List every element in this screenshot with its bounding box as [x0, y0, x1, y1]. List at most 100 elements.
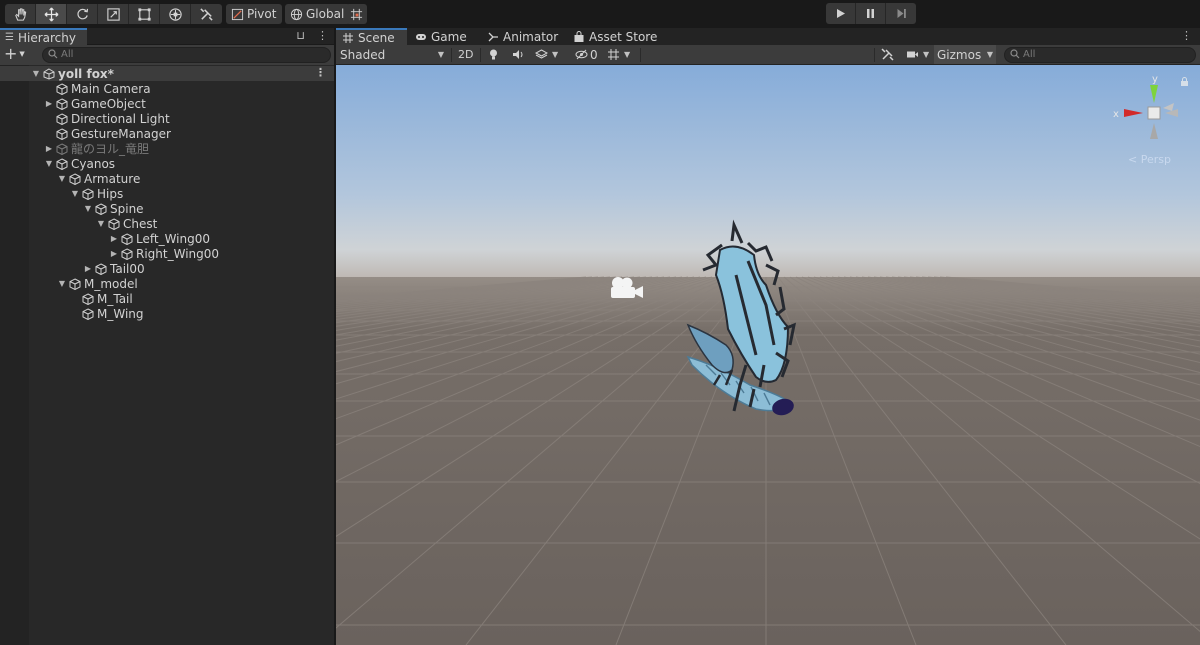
animator-icon — [488, 32, 498, 41]
lock-icon[interactable]: ⊔ — [296, 29, 305, 42]
expand-arrow-icon[interactable]: ▼ — [44, 159, 54, 168]
scene-viewport[interactable]: y x < Persp — [336, 65, 1200, 645]
hierarchy-item-label: Main Camera — [71, 81, 151, 96]
scene-kebab-icon[interactable]: ⋮ — [315, 66, 326, 79]
shading-mode-dropdown[interactable]: Shaded ▼ — [340, 45, 446, 64]
hierarchy-item[interactable]: M_Tail — [0, 291, 334, 306]
x-axis-cone[interactable] — [1124, 109, 1143, 117]
custom-tool-button[interactable] — [191, 4, 222, 24]
hierarchy-item[interactable]: ▶ Right_Wing00 — [0, 246, 334, 261]
kebab-menu-icon[interactable]: ⋮ — [317, 29, 328, 42]
step-button[interactable] — [886, 3, 916, 24]
camera-icon — [907, 51, 918, 58]
audio-toggle[interactable] — [512, 45, 525, 64]
dropdown-arrow-icon: ▼ — [552, 50, 559, 59]
expand-arrow-icon[interactable]: ▼ — [31, 69, 41, 78]
rotate-tool-button[interactable] — [67, 4, 98, 24]
expand-arrow-icon[interactable]: ▼ — [83, 204, 93, 213]
lighting-toggle[interactable] — [487, 45, 500, 64]
transform-tools-group — [5, 4, 222, 24]
list-icon: ☰ — [5, 32, 14, 43]
expand-arrow-icon[interactable]: ▼ — [57, 279, 67, 288]
hierarchy-item-label: M_Wing — [97, 306, 144, 321]
hierarchy-item-label: Right_Wing00 — [136, 246, 220, 261]
gameobject-cube-icon — [69, 172, 81, 185]
pause-button[interactable] — [856, 3, 886, 24]
hierarchy-item[interactable]: ▼ Armature — [0, 171, 334, 186]
hierarchy-item[interactable]: ▼ Hips — [0, 186, 334, 201]
scale-tool-button[interactable] — [98, 4, 129, 24]
hierarchy-item[interactable]: ▶ GameObject — [0, 96, 334, 111]
hierarchy-item[interactable]: M_Wing — [0, 306, 334, 321]
main-toolbar: Pivot Global — [0, 0, 1200, 28]
gameobject-cube-icon — [82, 292, 94, 305]
tab-hierarchy[interactable]: ☰ Hierarchy — [0, 28, 87, 45]
collapse-arrow-icon[interactable]: ▶ — [109, 249, 119, 258]
global-toggle[interactable]: Global — [285, 4, 351, 24]
collapse-arrow-icon[interactable]: ▶ — [109, 234, 119, 243]
hidden-objects-toggle[interactable]: 0 — [575, 45, 598, 64]
hierarchy-item[interactable]: ▶ Tail00 — [0, 261, 334, 276]
hierarchy-item[interactable]: ▶ Left_Wing00 — [0, 231, 334, 246]
move-tool-button[interactable] — [36, 4, 67, 24]
y-axis-cone[interactable] — [1150, 85, 1158, 103]
scene-row[interactable]: ▼ yoll fox* ⋮ — [0, 66, 334, 81]
dropdown-arrow-icon: ▼ — [923, 50, 930, 59]
pivot-toggle[interactable]: Pivot — [226, 4, 283, 24]
mode-2d-button[interactable]: 2D — [458, 45, 473, 64]
hierarchy-item[interactable]: ▼ Spine — [0, 201, 334, 216]
hand-tool-button[interactable] — [5, 4, 36, 24]
gameobject-cube-icon — [82, 307, 94, 320]
hierarchy-search-input[interactable]: All — [42, 47, 331, 63]
tab-scene[interactable]: Scene — [336, 28, 407, 45]
grid-snap-button[interactable] — [346, 4, 367, 24]
neg-y-axis-cone[interactable] — [1150, 123, 1158, 139]
shading-mode-value: Shaded — [340, 47, 386, 62]
z-axis-cone[interactable] — [1163, 103, 1174, 111]
gameobject-cube-icon — [121, 232, 133, 245]
tab-game[interactable]: Game — [409, 28, 467, 45]
collapse-arrow-icon[interactable]: ▶ — [83, 264, 93, 273]
tab-animator-label: Animator — [503, 29, 559, 44]
add-object-button[interactable]: + ▼ — [4, 46, 25, 62]
gizmo-center-cube[interactable] — [1147, 106, 1161, 120]
hierarchy-item-label: GestureManager — [71, 126, 171, 141]
tab-animator[interactable]: Animator — [481, 28, 558, 45]
projection-toggle[interactable]: < Persp — [1128, 153, 1171, 166]
scene-search-input[interactable]: All — [1004, 47, 1196, 63]
hierarchy-item[interactable]: ▼ Cyanos — [0, 156, 334, 171]
hierarchy-item[interactable]: ▼ M_model — [0, 276, 334, 291]
collapse-arrow-icon[interactable]: ▶ — [44, 144, 54, 153]
hidden-count: 0 — [590, 47, 598, 62]
hierarchy-item[interactable]: ▼ Chest — [0, 216, 334, 231]
hierarchy-item-label: M_model — [84, 276, 138, 291]
rect-tool-button[interactable] — [129, 4, 160, 24]
scene-kebab-icon[interactable]: ⋮ — [1181, 29, 1192, 42]
collapse-arrow-icon[interactable]: ▶ — [44, 99, 54, 108]
hierarchy-item[interactable]: ▶ 龍のヨル_竜胆 — [0, 141, 334, 156]
hierarchy-item-label: 龍のヨル_竜胆 — [71, 142, 150, 156]
custom-tool-icon — [200, 7, 213, 21]
effects-dropdown[interactable]: ▼ — [535, 45, 558, 64]
scene-tools-button[interactable] — [881, 45, 894, 64]
expand-arrow-icon[interactable]: ▼ — [70, 189, 80, 198]
grid-visibility-dropdown[interactable]: ▼ — [607, 45, 630, 64]
hierarchy-item-label: Directional Light — [71, 111, 170, 126]
hierarchy-item[interactable]: Main Camera — [0, 81, 334, 96]
hierarchy-item[interactable]: GestureManager — [0, 126, 334, 141]
gizmos-dropdown[interactable]: Gizmos ▼ — [934, 45, 996, 64]
expand-arrow-icon[interactable]: ▼ — [57, 174, 67, 183]
hierarchy-item-label: Chest — [123, 216, 158, 231]
play-button[interactable] — [826, 3, 856, 24]
hierarchy-item-label: Armature — [84, 171, 141, 186]
lock-icon[interactable] — [1180, 77, 1189, 86]
transform-tool-button[interactable] — [160, 4, 191, 24]
hierarchy-item-label: GameObject — [71, 96, 146, 111]
gameobject-cube-icon — [56, 142, 68, 155]
hierarchy-item[interactable]: Directional Light — [0, 111, 334, 126]
tab-asset-store[interactable]: Asset Store — [567, 28, 657, 45]
tab-scene-label: Scene — [358, 30, 395, 45]
camera-settings-dropdown[interactable]: ▼ — [906, 45, 929, 64]
plus-icon: + — [4, 44, 18, 63]
expand-arrow-icon[interactable]: ▼ — [96, 219, 106, 228]
